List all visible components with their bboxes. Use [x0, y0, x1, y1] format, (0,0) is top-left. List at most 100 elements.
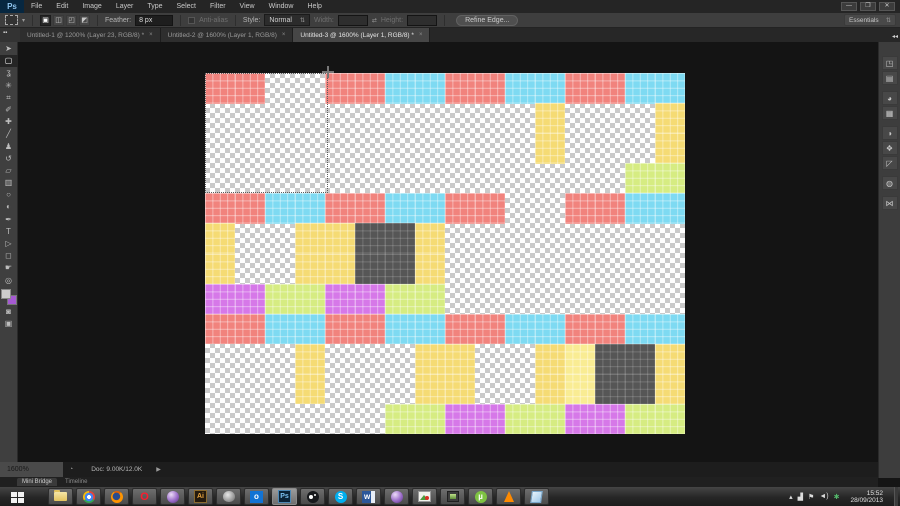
- foreground-color-swatch[interactable]: [0, 288, 11, 299]
- eraser-tool[interactable]: ▱: [0, 165, 18, 177]
- character-panel-icon[interactable]: ⋈: [881, 196, 898, 210]
- chrome-taskbar-button[interactable]: [76, 488, 101, 505]
- explorer-taskbar-button[interactable]: [48, 488, 73, 505]
- tab-close-icon[interactable]: ×: [149, 32, 153, 38]
- pixel-block: [385, 223, 415, 254]
- close-button[interactable]: ✕: [879, 2, 895, 11]
- media-orb2-taskbar-button[interactable]: [384, 488, 409, 505]
- show-desktop-button[interactable]: [894, 487, 898, 506]
- blur-tool[interactable]: ○: [0, 189, 18, 201]
- clone-stamp-tool[interactable]: ♟: [0, 141, 18, 153]
- intersect-selection-button[interactable]: ◩: [79, 14, 91, 26]
- path-selection-tool[interactable]: ▷: [0, 238, 18, 250]
- tab-close-icon[interactable]: ×: [419, 32, 423, 38]
- color-panel-icon[interactable]: ◕: [881, 91, 898, 105]
- document-tab-3[interactable]: Untitled-3 @ 1600% (Layer 1, RGB/8) * ×: [293, 28, 431, 42]
- dock-collapse-icon[interactable]: ◂◂: [892, 33, 898, 40]
- menu-edit[interactable]: Edit: [49, 0, 75, 13]
- document-tab-2[interactable]: Untitled-2 @ 1600% (Layer 1, RGB/8) ×: [160, 28, 294, 42]
- styles-panel-icon[interactable]: ❖: [881, 141, 898, 155]
- type-tool[interactable]: T: [0, 226, 18, 238]
- antialias-checkbox[interactable]: [188, 16, 196, 24]
- dodge-tool[interactable]: ◐: [0, 201, 18, 213]
- workspace-switcher[interactable]: Essentials ⇅: [844, 14, 896, 26]
- vlc-taskbar-button[interactable]: [496, 488, 521, 505]
- menu-type[interactable]: Type: [140, 0, 169, 13]
- opera-taskbar-button[interactable]: O: [132, 488, 157, 505]
- panel-tab-mini-bridge[interactable]: Mini Bridge: [17, 478, 58, 486]
- photo-viewer-taskbar-button[interactable]: [412, 488, 437, 505]
- volume-icon[interactable]: ◄): [819, 493, 828, 500]
- mini-bridge-panel-icon[interactable]: ◳: [881, 56, 898, 70]
- restore-button[interactable]: ❐: [860, 2, 876, 11]
- navigator-panel-icon[interactable]: ◍: [881, 176, 898, 190]
- menu-select[interactable]: Select: [170, 0, 203, 13]
- move-tool[interactable]: ➤: [0, 43, 18, 55]
- menu-file[interactable]: File: [24, 0, 49, 13]
- menu-layer[interactable]: Layer: [109, 0, 141, 13]
- menu-filter[interactable]: Filter: [203, 0, 233, 13]
- swap-dimensions-icon[interactable]: ⇄: [372, 17, 377, 24]
- swatches-panel-icon[interactable]: ▦: [881, 106, 898, 120]
- refine-edge-button[interactable]: Refine Edge...: [456, 14, 519, 26]
- utorrent-taskbar-button[interactable]: µ: [468, 488, 493, 505]
- action-center-flag-icon[interactable]: ⚑: [808, 493, 814, 501]
- skype-taskbar-button[interactable]: S: [328, 488, 353, 505]
- tool-preset-caret-icon[interactable]: ▾: [22, 17, 25, 24]
- screen-mode[interactable]: ▣: [0, 318, 18, 330]
- media-orb-taskbar-button[interactable]: [160, 488, 185, 505]
- adjustments-panel-icon[interactable]: ◑: [881, 126, 898, 140]
- photoshop-taskbar-button[interactable]: Ps: [272, 488, 297, 505]
- hidden-icons-arrow-icon[interactable]: ▴: [789, 493, 793, 501]
- hand-tool[interactable]: ☛: [0, 262, 18, 274]
- healing-brush-tool[interactable]: ✚: [0, 116, 18, 128]
- menu-window[interactable]: Window: [262, 0, 301, 13]
- height-input[interactable]: [407, 14, 438, 26]
- history-brush-tool[interactable]: ↺: [0, 153, 18, 165]
- properties-panel-icon[interactable]: ▤: [881, 71, 898, 85]
- subtract-from-selection-button[interactable]: ◰: [66, 14, 78, 26]
- tab-close-icon[interactable]: ×: [282, 32, 286, 38]
- document-tab-1[interactable]: Untitled-1 @ 1200% (Layer 23, RGB/8) * ×: [20, 28, 161, 42]
- pixel-block: [595, 193, 625, 224]
- lasso-tool[interactable]: ʓ: [0, 67, 18, 79]
- menu-view[interactable]: View: [233, 0, 262, 13]
- marquee-tool-icon[interactable]: [5, 15, 18, 25]
- notes-taskbar-button[interactable]: [524, 488, 549, 505]
- shape-tool[interactable]: ◻: [0, 250, 18, 262]
- width-input[interactable]: [337, 14, 368, 26]
- actions-panel-icon[interactable]: ◸: [881, 156, 898, 170]
- eyedropper-tool[interactable]: ✐: [0, 104, 18, 116]
- feather-input[interactable]: [135, 14, 174, 26]
- tools-collapse-button[interactable]: ▪▪: [0, 28, 20, 42]
- add-to-selection-button[interactable]: ◫: [53, 14, 65, 26]
- status-options-arrow-icon[interactable]: ▶: [156, 466, 161, 473]
- firefox-taskbar-button[interactable]: [104, 488, 129, 505]
- zoom-tool[interactable]: ◎: [0, 275, 18, 287]
- word-taskbar-button[interactable]: w: [356, 488, 381, 505]
- new-selection-button[interactable]: ▣: [40, 14, 52, 26]
- network-icon[interactable]: ▟: [798, 493, 803, 501]
- menu-image[interactable]: Image: [75, 0, 108, 13]
- steam-taskbar-button[interactable]: [300, 488, 325, 505]
- quick-selection-tool[interactable]: ✳: [0, 80, 18, 92]
- gimp-taskbar-button[interactable]: [216, 488, 241, 505]
- zoom-level-field[interactable]: 1600%: [0, 462, 63, 477]
- antivirus-icon[interactable]: ✱: [834, 493, 840, 501]
- image-editor-taskbar-button[interactable]: [440, 488, 465, 505]
- panel-tab-timeline[interactable]: Timeline: [60, 478, 92, 486]
- rectangular-marquee-tool[interactable]: ▢: [0, 55, 18, 68]
- start-button[interactable]: [0, 487, 34, 506]
- pixel-block: [655, 133, 685, 164]
- crop-tool[interactable]: ⌗: [0, 92, 18, 104]
- pen-tool[interactable]: ✒: [0, 214, 18, 226]
- style-dropdown[interactable]: Normal ⇅: [264, 14, 310, 26]
- outlook-taskbar-button[interactable]: o: [244, 488, 269, 505]
- taskbar-clock[interactable]: 15:52 28/09/2013: [844, 490, 889, 504]
- illustrator-taskbar-button[interactable]: Ai: [188, 488, 213, 505]
- gradient-tool[interactable]: ▥: [0, 177, 18, 189]
- brush-tool[interactable]: ╱: [0, 128, 18, 140]
- quick-mask-mode[interactable]: ◙: [0, 306, 18, 318]
- minimize-button[interactable]: —: [841, 2, 857, 11]
- menu-help[interactable]: Help: [301, 0, 329, 13]
